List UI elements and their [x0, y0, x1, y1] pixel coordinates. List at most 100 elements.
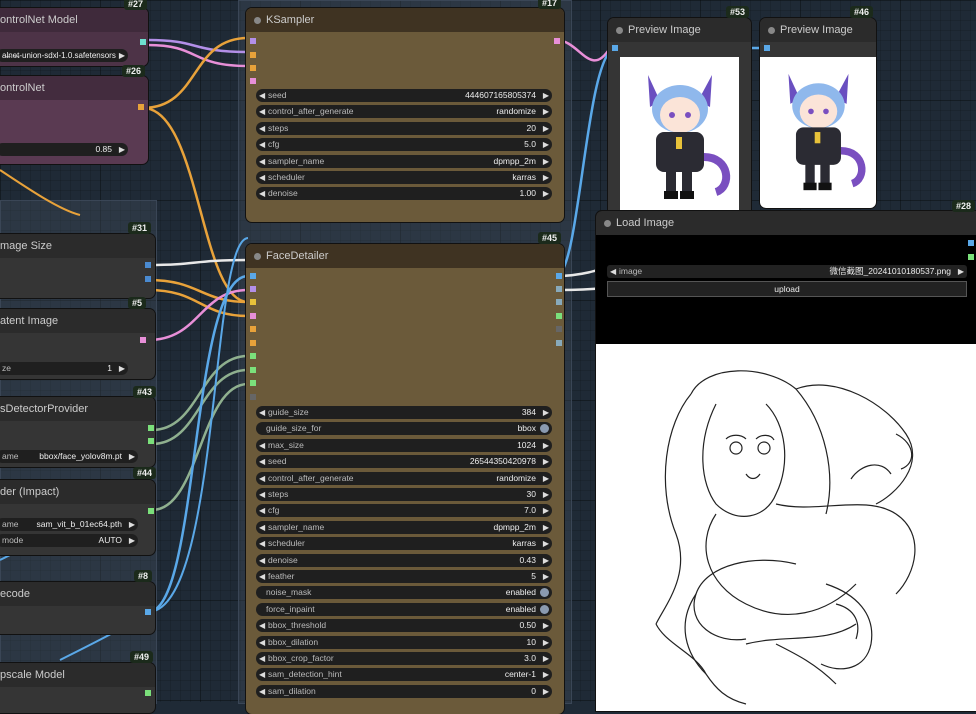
arrow-right-icon[interactable]: ▶: [543, 171, 549, 184]
output-socket[interactable]: [145, 276, 151, 282]
arrow-right-icon[interactable]: ▶: [119, 362, 125, 375]
arrow-right-icon[interactable]: ▶: [543, 488, 549, 501]
widget-max-size[interactable]: ◀ max_size 1024 ▶: [256, 438, 552, 452]
arrow-left-icon[interactable]: ◀: [259, 570, 265, 583]
vae-decode-node[interactable]: ecode: [0, 582, 155, 634]
input-socket-images[interactable]: [612, 45, 618, 51]
widget-bbox-threshold[interactable]: ◀ bbox_threshold 0.50 ▶: [256, 619, 552, 633]
arrow-left-icon[interactable]: ◀: [259, 652, 265, 665]
input-socket[interactable]: [250, 394, 256, 400]
arrow-left-icon[interactable]: ◀: [259, 537, 265, 550]
arrow-left-icon[interactable]: ◀: [259, 406, 265, 419]
arrow-right-icon[interactable]: ▶: [129, 518, 135, 531]
widget-denoise[interactable]: ◀ denoise 1.00 ▶: [256, 187, 552, 201]
output-socket[interactable]: [556, 286, 562, 292]
input-socket[interactable]: [250, 340, 256, 346]
widget-denoise[interactable]: ◀ denoise 0.43 ▶: [256, 553, 552, 567]
arrow-left-icon[interactable]: ◀: [259, 504, 265, 517]
widget-guide-size[interactable]: ◀ guide_size 384 ▶: [256, 406, 552, 419]
widget-noise-mask[interactable]: noise_mask enabled: [256, 586, 552, 600]
widget-cfg[interactable]: ◀ cfg 5.0 ▶: [256, 138, 552, 152]
arrow-left-icon[interactable]: ◀: [259, 171, 265, 184]
arrow-left-icon[interactable]: ◀: [259, 89, 265, 102]
widget-guide-size-for[interactable]: guide_size_for bbox: [256, 422, 552, 436]
widget-bbox-dilation[interactable]: ◀ bbox_dilation 10 ▶: [256, 635, 552, 649]
input-socket[interactable]: [250, 273, 256, 279]
input-socket-images[interactable]: [764, 45, 770, 51]
arrow-left-icon[interactable]: ◀: [259, 155, 265, 168]
arrow-right-icon[interactable]: ▶: [543, 504, 549, 517]
arrow-right-icon[interactable]: ▶: [543, 554, 549, 567]
controlnet-model-selector[interactable]: al̶ne̶t-union-sdxl-1.0.safetensors ▶: [0, 49, 128, 62]
arrow-left-icon[interactable]: ◀: [259, 187, 265, 200]
output-socket[interactable]: [148, 508, 154, 514]
preview-image-node-2[interactable]: Preview Image: [760, 18, 876, 208]
arrow-right-icon[interactable]: ▶: [543, 619, 549, 632]
load-image-node[interactable]: Load Image ◀ image 微信截图_20241010180537.p…: [596, 211, 976, 711]
toggle-knob-icon[interactable]: [540, 588, 549, 598]
collapse-dot-icon[interactable]: [254, 17, 261, 24]
image-size-node[interactable]: mage Size: [0, 234, 155, 298]
preview-thumbnail[interactable]: [620, 57, 739, 218]
arrow-right-icon[interactable]: ▶: [543, 570, 549, 583]
toggle-knob-icon[interactable]: [540, 424, 549, 434]
input-socket[interactable]: [250, 299, 256, 305]
output-socket-mask[interactable]: [968, 254, 974, 260]
arrow-left-icon[interactable]: ◀: [259, 138, 265, 151]
arrow-left-icon[interactable]: ◀: [259, 439, 265, 452]
widget-sampler-name[interactable]: ◀ sampler_name dpmpp_2m ▶: [256, 154, 552, 168]
preview-thumbnail-2[interactable]: [760, 57, 876, 208]
output-socket[interactable]: [145, 609, 151, 615]
input-socket[interactable]: [250, 380, 256, 386]
arrow-left-icon[interactable]: ◀: [259, 619, 265, 632]
detector-provider-node[interactable]: sDetectorProvider ame bbox/face_yolov8m.…: [0, 397, 155, 467]
arrow-right-icon[interactable]: ▶: [543, 138, 549, 151]
ksampler-node[interactable]: KSampler ◀ seed 444607165805374 ▶ ◀ control_a…: [246, 8, 564, 222]
arrow-left-icon[interactable]: ◀: [259, 554, 265, 567]
widget-force-inpaint[interactable]: force_inpaint enabled: [256, 602, 552, 616]
arrow-left-icon[interactable]: ◀: [610, 265, 616, 278]
preview-image-node[interactable]: Preview Image: [608, 18, 751, 218]
output-socket[interactable]: [145, 690, 151, 696]
widget-seed[interactable]: ◀ seed 444607165805374 ▶: [256, 89, 552, 102]
face-detailer-node[interactable]: FaceDetailer ◀ guide_size 384 ▶ guide_size_f…: [246, 244, 564, 714]
widget-sampler-name[interactable]: ◀ sampler_name dpmpp_2m ▶: [256, 520, 552, 534]
latent-image-node[interactable]: atent Image ze 1 ▶: [0, 309, 155, 379]
output-socket-image[interactable]: [968, 240, 974, 246]
arrow-left-icon[interactable]: ◀: [259, 488, 265, 501]
input-socket[interactable]: [250, 367, 256, 373]
output-socket[interactable]: [148, 425, 154, 431]
arrow-right-icon[interactable]: ▶: [543, 439, 549, 452]
arrow-right-icon[interactable]: ▶: [543, 455, 549, 468]
widget-steps[interactable]: ◀ steps 30 ▶: [256, 488, 552, 501]
widget-sam-dilation[interactable]: ◀ sam_dilation 0 ▶: [256, 684, 552, 698]
output-socket[interactable]: [556, 340, 562, 346]
output-socket[interactable]: [140, 39, 146, 45]
arrow-right-icon[interactable]: ▶: [543, 537, 549, 550]
strength-slider[interactable]: 0.85 ▶: [0, 143, 128, 156]
widget-scheduler[interactable]: ◀ scheduler karras ▶: [256, 537, 552, 551]
arrow-right-icon[interactable]: ▶: [129, 534, 135, 547]
widget-control-after-generate[interactable]: ◀ control_after_generate randomize ▶: [256, 471, 552, 485]
image-file-selector[interactable]: ◀ image 微信截图_20241010180537.png ▶: [607, 265, 967, 278]
arrow-left-icon[interactable]: ◀: [259, 668, 265, 681]
input-socket[interactable]: [250, 353, 256, 359]
input-socket[interactable]: [250, 286, 256, 292]
arrow-right-icon[interactable]: ▶: [119, 143, 125, 156]
output-socket-latent[interactable]: [554, 38, 560, 44]
arrow-left-icon[interactable]: ◀: [259, 455, 265, 468]
widget-cfg[interactable]: ◀ cfg 7.0 ▶: [256, 504, 552, 518]
arrow-right-icon[interactable]: ▶: [543, 636, 549, 649]
output-socket[interactable]: [556, 326, 562, 332]
arrow-right-icon[interactable]: ▶: [543, 89, 549, 102]
widget-scheduler[interactable]: ◀ scheduler karras ▶: [256, 171, 552, 184]
controlnet-model-node[interactable]: ontrolNet Model al̶ne̶t-union-sdxl-1.0.s…: [0, 8, 148, 66]
arrow-right-icon[interactable]: ▶: [543, 472, 549, 485]
arrow-left-icon[interactable]: ◀: [259, 472, 265, 485]
input-socket-model[interactable]: [250, 38, 256, 44]
arrow-right-icon[interactable]: ▶: [129, 450, 135, 463]
arrow-right-icon[interactable]: ▶: [543, 122, 549, 135]
arrow-right-icon[interactable]: ▶: [543, 406, 549, 419]
output-socket[interactable]: [148, 438, 154, 444]
collapse-dot-icon[interactable]: [254, 253, 261, 260]
